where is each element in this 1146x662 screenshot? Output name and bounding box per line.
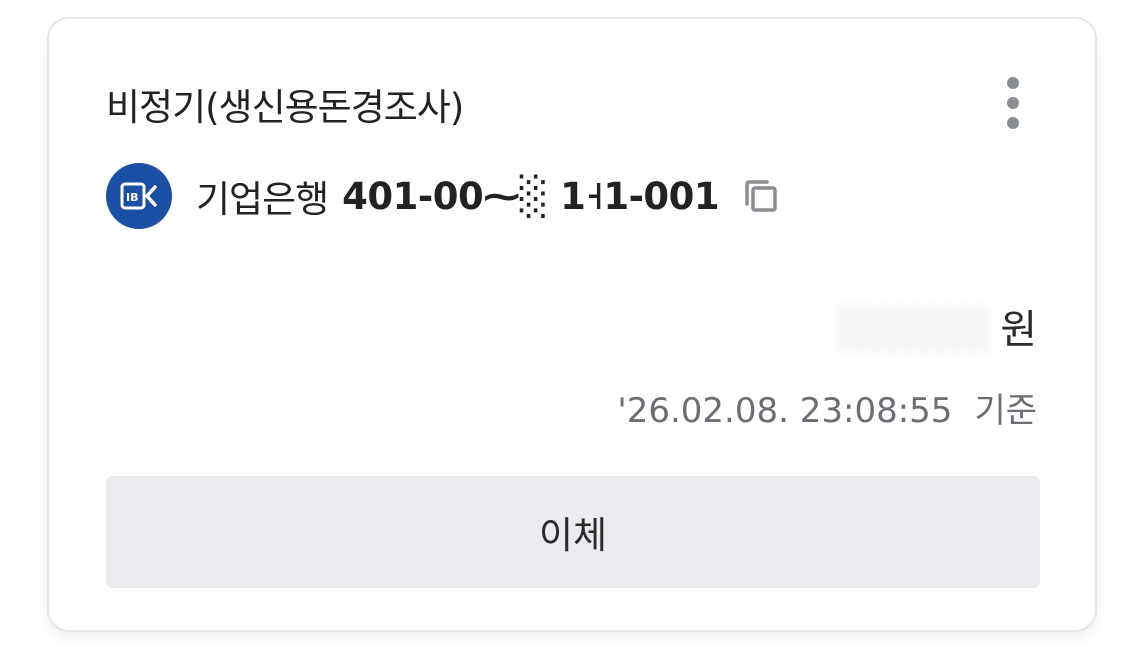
more-dot (1007, 97, 1019, 109)
more-vertical-icon[interactable] (993, 73, 1033, 133)
account-number: 401-00⁓░ 1˧1-001 (342, 174, 720, 218)
transfer-button[interactable]: 이체 (106, 476, 1040, 588)
more-dot (1007, 77, 1019, 89)
account-nickname: 비정기(생신용돈경조사) (106, 86, 464, 129)
balance-timestamp: '26.02.08. 23:08:55 기준 (617, 383, 1037, 432)
currency-unit: 원 (1000, 307, 1037, 353)
copy-icon[interactable] (737, 172, 785, 220)
ibk-bank-logo-icon: IB (106, 163, 172, 229)
svg-text:IB: IB (126, 191, 138, 204)
account-card[interactable]: 비정기(생신용돈경조사) IB 기업은행 401-00⁓░ 1˧1-001 ░░… (47, 17, 1097, 632)
masked-balance: ░░░░░ (838, 307, 993, 353)
timestamp-suffix: 기준 (974, 391, 1037, 431)
timestamp-datetime: '26.02.08. 23:08:55 (617, 391, 953, 431)
balance-amount: ░░░░░ 원 (838, 297, 1037, 355)
bank-name: 기업은행 (196, 178, 329, 221)
account-info-row: IB 기업은행 401-00⁓░ 1˧1-001 (106, 161, 785, 231)
more-dot (1007, 117, 1019, 129)
